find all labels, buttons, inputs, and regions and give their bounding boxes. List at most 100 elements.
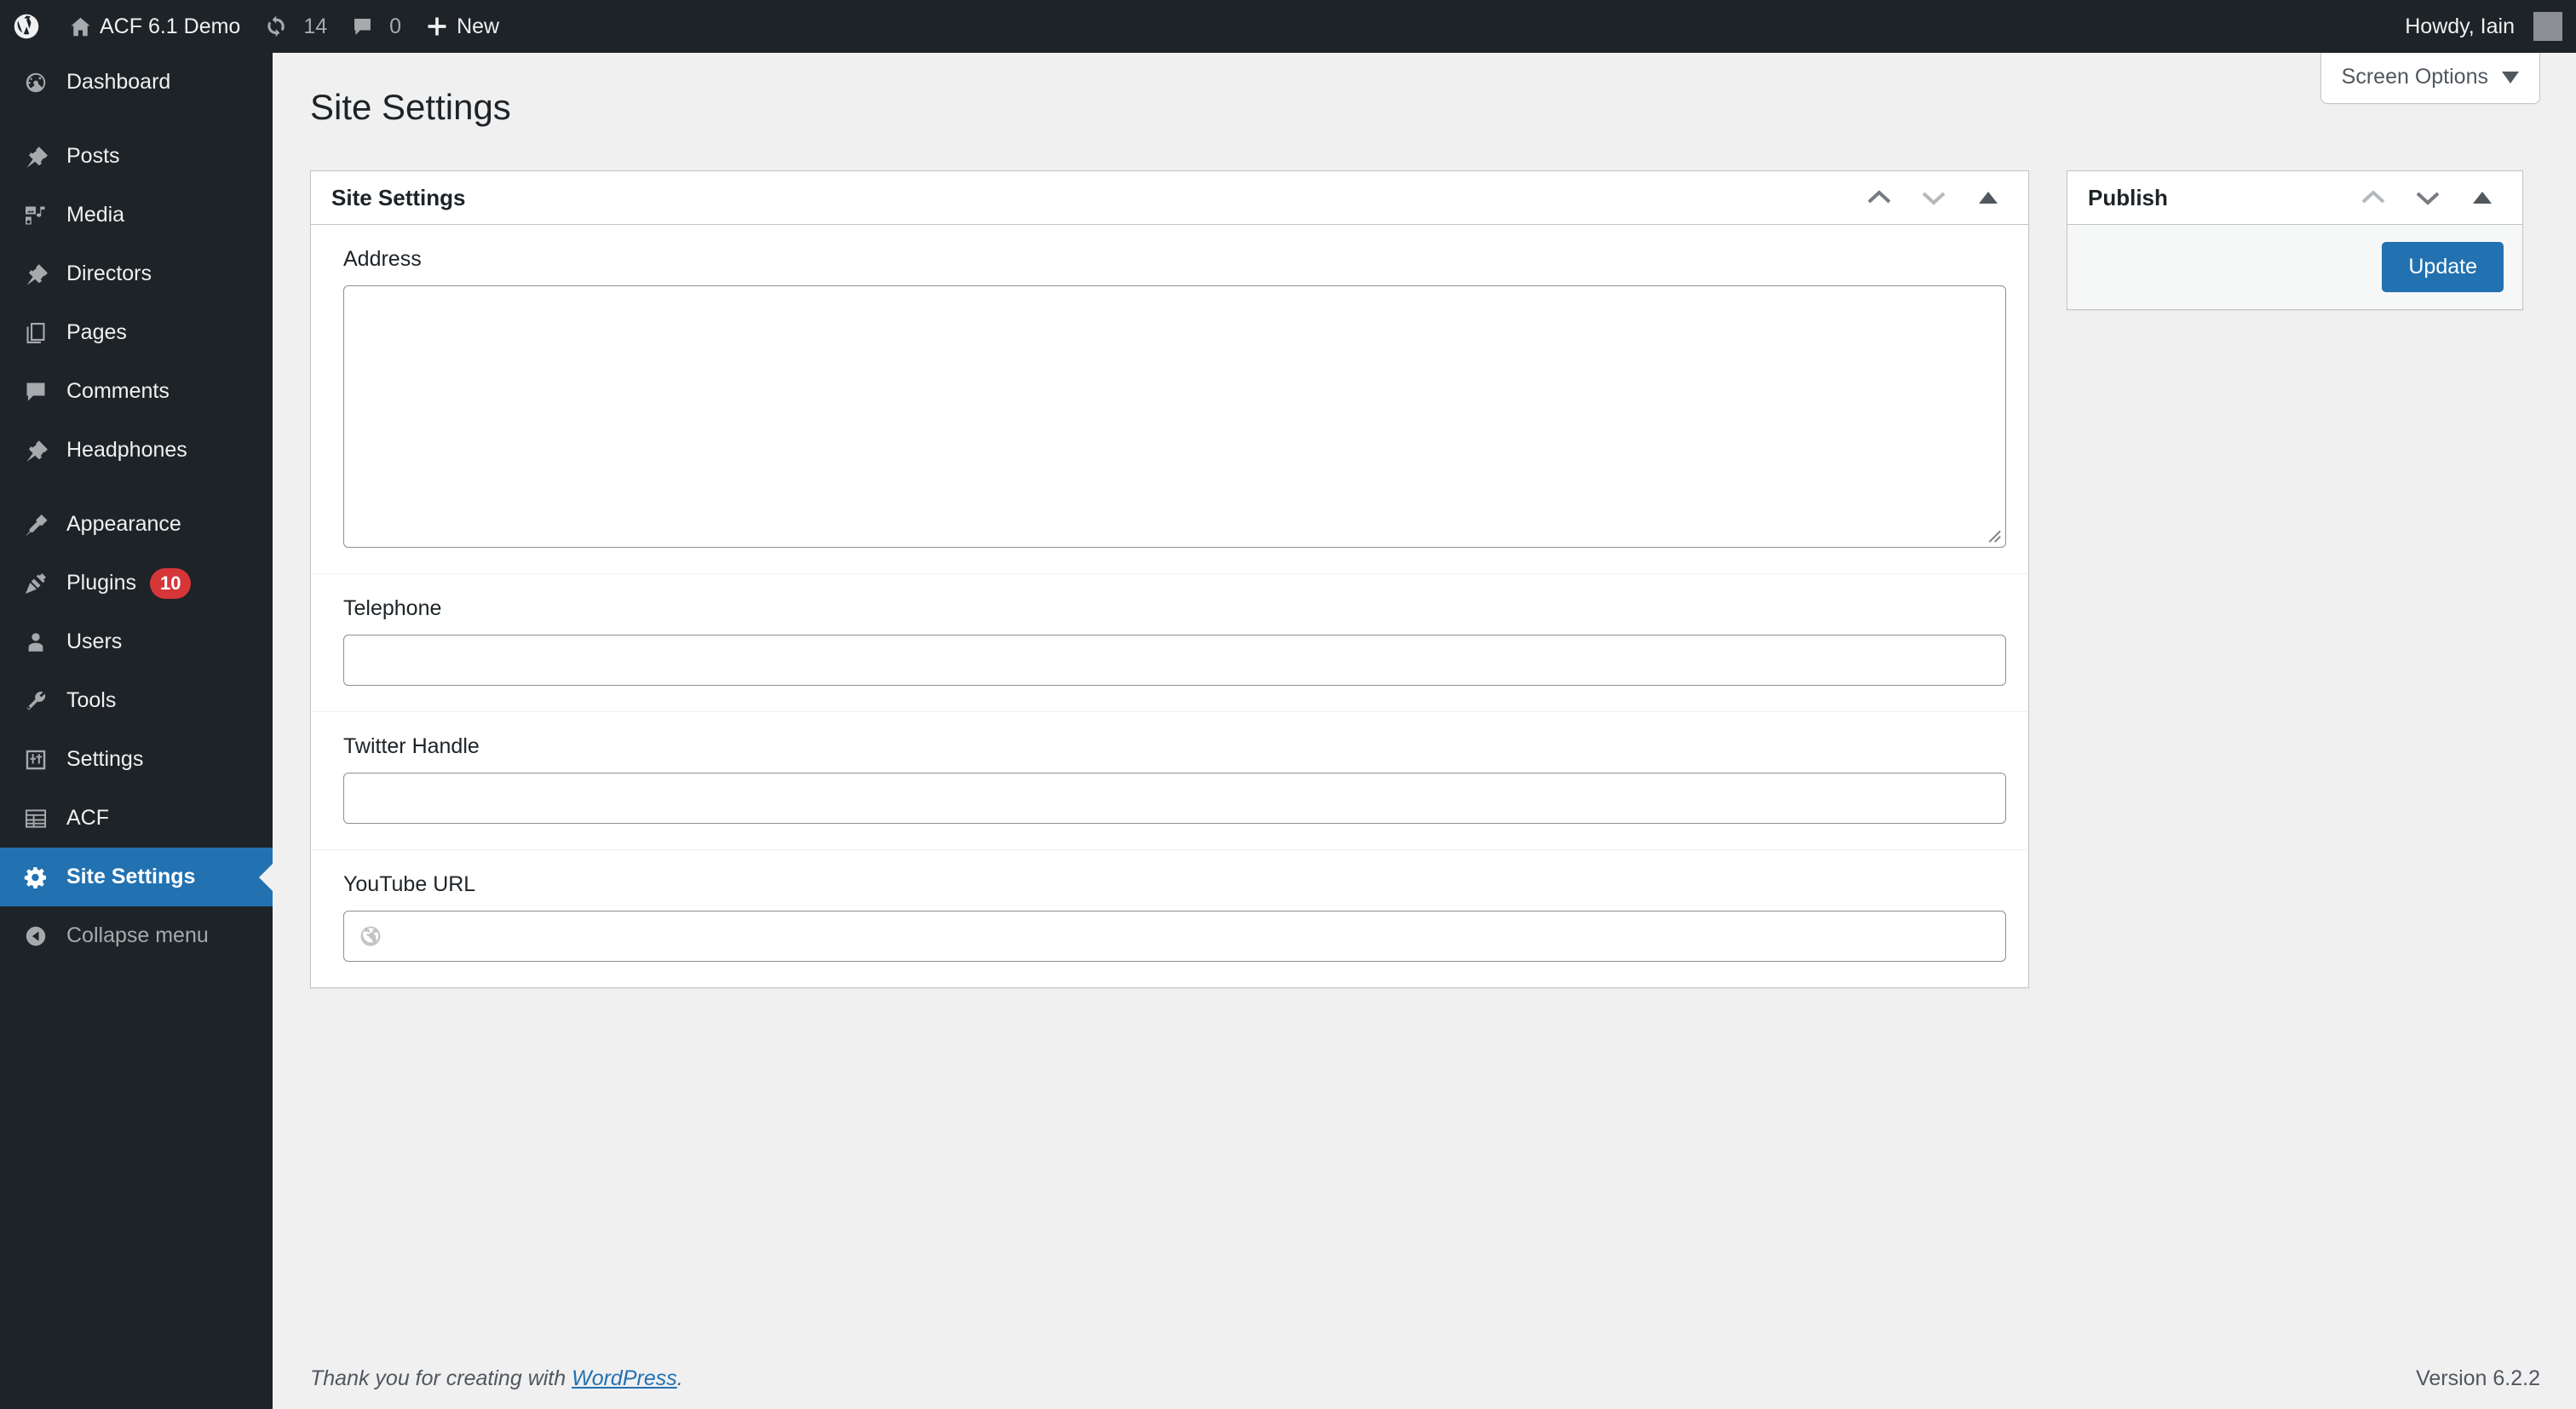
comment-bubble-icon — [19, 375, 53, 409]
sidebar-item-label: Directors — [66, 262, 152, 285]
wrench-icon — [19, 684, 53, 718]
field-row-address: Address — [311, 225, 2028, 574]
publish-handle-actions — [2349, 173, 2507, 222]
collapse-menu-label: Collapse menu — [66, 923, 209, 947]
sidebar-item-directors[interactable]: Directors — [0, 244, 273, 303]
postbox-title: Site Settings — [331, 184, 466, 210]
address-textarea-wrapper — [343, 285, 2006, 548]
plus-icon — [425, 14, 449, 38]
field-label: Twitter Handle — [343, 734, 480, 758]
comments-menu[interactable]: 0 — [339, 0, 413, 53]
sidebar-item-dashboard[interactable]: Dashboard — [0, 53, 273, 112]
youtube-url-wrapper — [343, 911, 2006, 962]
main-column: Site Settings Address Telephone Twitter … — [310, 170, 2029, 988]
sidebar-separator — [0, 112, 273, 127]
footer-thanks-suffix: . — [676, 1366, 683, 1390]
sidebar-item-appearance[interactable]: Appearance — [0, 495, 273, 554]
side-column: Publish Update — [2067, 170, 2523, 310]
site-name-label: ACF 6.1 Demo — [100, 14, 241, 38]
admin-footer: Thank you for creating with WordPress. V… — [310, 1348, 2540, 1409]
sidebar-item-label: Users — [66, 630, 123, 653]
sidebar-item-label: Posts — [66, 144, 120, 168]
updates-count: 14 — [303, 14, 328, 38]
youtube-url-input[interactable] — [343, 911, 2006, 962]
screen-options-label: Screen Options — [2341, 65, 2488, 89]
field-label: YouTube URL — [343, 872, 476, 896]
publish-actions: Update — [2067, 225, 2522, 309]
sidebar-item-users[interactable]: Users — [0, 612, 273, 671]
field-row-twitter-handle: Twitter Handle — [311, 712, 2028, 850]
field-row-telephone: Telephone — [311, 574, 2028, 712]
move-up-button[interactable] — [1854, 173, 1904, 222]
sidebar-item-tools[interactable]: Tools — [0, 671, 273, 730]
paintbrush-icon — [19, 508, 53, 542]
sidebar-item-site-settings[interactable]: Site Settings — [0, 848, 273, 906]
footer-thanks: Thank you for creating with WordPress. — [310, 1366, 683, 1391]
sidebar-item-headphones[interactable]: Headphones — [0, 421, 273, 480]
admin-content-area: Screen Options Site Settings Site Settin… — [273, 53, 2576, 1409]
comments-count: 0 — [389, 14, 402, 38]
pages-icon — [19, 316, 53, 350]
admin-bar: ACF 6.1 Demo 14 0 New Howdy, Iain — [0, 0, 2576, 53]
wordpress-logo-icon — [14, 14, 39, 39]
sidebar-item-label: Media — [66, 203, 125, 227]
sidebar-item-label: Tools — [66, 688, 117, 712]
sidebar-item-acf[interactable]: ACF — [0, 789, 273, 848]
site-name-menu[interactable]: ACF 6.1 Demo — [57, 0, 252, 53]
address-textarea[interactable] — [343, 285, 2006, 548]
gear-icon — [19, 860, 53, 894]
media-icon — [19, 198, 53, 233]
field-label: Address — [343, 247, 422, 271]
updates-icon — [264, 14, 288, 38]
sidebar-item-comments[interactable]: Comments — [0, 362, 273, 421]
publish-title: Publish — [2088, 184, 2168, 210]
sidebar-item-label: Settings — [66, 747, 144, 771]
howdy-label: Howdy, Iain — [2405, 14, 2515, 38]
avatar[interactable] — [2533, 12, 2562, 41]
wordpress-version: Version 6.2.2 — [2416, 1366, 2540, 1390]
update-button[interactable]: Update — [2382, 242, 2504, 292]
toggle-panel-button[interactable] — [1964, 173, 2013, 222]
pin-icon — [19, 257, 53, 291]
sidebar-item-label: Comments — [66, 379, 170, 403]
sidebar-item-settings[interactable]: Settings — [0, 730, 273, 789]
sidebar-item-label: Appearance — [66, 512, 181, 536]
field-row-youtube-url: YouTube URL — [311, 850, 2028, 987]
dashboard-icon — [19, 66, 53, 100]
home-icon — [69, 15, 92, 38]
footer-thanks-prefix: Thank you for creating with — [310, 1366, 572, 1390]
sidebar-item-posts[interactable]: Posts — [0, 127, 273, 186]
page-title: Site Settings — [310, 87, 511, 127]
toggle-panel-button[interactable] — [2458, 173, 2507, 222]
new-content-menu[interactable]: New — [413, 0, 511, 53]
wordpress-link[interactable]: WordPress — [572, 1366, 677, 1390]
twitter-handle-input[interactable] — [343, 773, 2006, 824]
admin-sidebar-menu: Dashboard Posts Media Directors Pages Co… — [0, 53, 273, 1409]
comment-bubble-icon — [351, 15, 374, 38]
sidebar-item-label: Pages — [66, 320, 127, 344]
sidebar-item-label: ACF — [66, 806, 109, 830]
screen-options-button[interactable]: Screen Options — [2320, 53, 2540, 104]
sidebar-item-label: Dashboard — [66, 70, 171, 94]
sidebar-item-plugins[interactable]: Plugins 10 — [0, 554, 273, 612]
updates-menu[interactable]: 14 — [252, 0, 339, 53]
sidebar-item-label: Plugins — [66, 571, 136, 595]
sidebar-separator — [0, 480, 273, 495]
telephone-input[interactable] — [343, 635, 2006, 686]
move-down-button[interactable] — [2403, 173, 2452, 222]
move-down-button[interactable] — [1909, 173, 1958, 222]
pin-icon — [19, 434, 53, 468]
site-settings-postbox: Site Settings Address Telephone Twitter … — [310, 170, 2029, 988]
field-label: Telephone — [343, 596, 442, 620]
sidebar-item-media[interactable]: Media — [0, 186, 273, 244]
acf-icon — [19, 802, 53, 836]
collapse-menu-button[interactable]: Collapse menu — [0, 906, 273, 965]
pin-icon — [19, 140, 53, 174]
sidebar-item-pages[interactable]: Pages — [0, 303, 273, 362]
wordpress-logo-button[interactable] — [0, 0, 57, 53]
my-account-menu[interactable]: Howdy, Iain — [2393, 0, 2521, 53]
publish-header: Publish — [2067, 171, 2522, 225]
move-up-button[interactable] — [2349, 173, 2398, 222]
collapse-arrow-icon — [19, 919, 53, 953]
sidebar-item-label: Headphones — [66, 438, 187, 462]
